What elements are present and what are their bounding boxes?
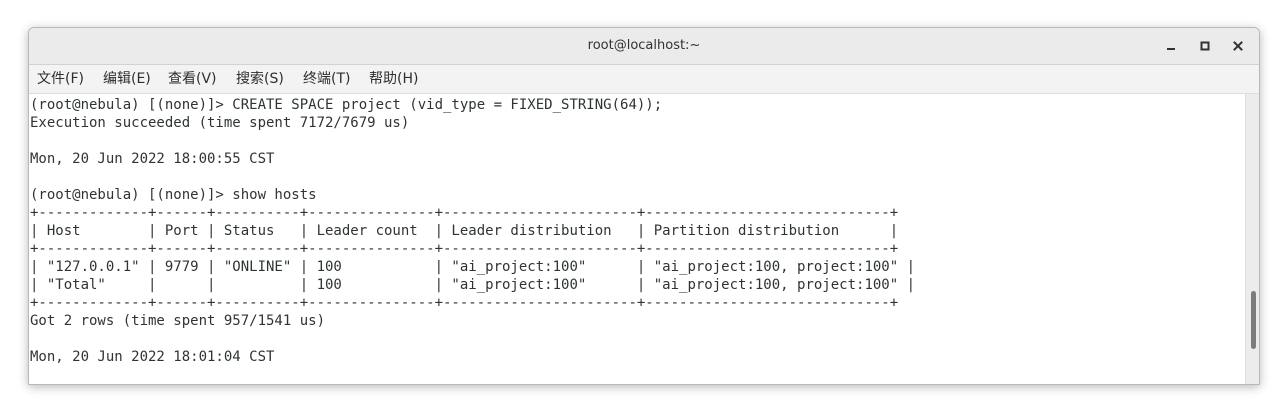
terminal-line: Got 2 rows (time spent 957/1541 us) [30,313,326,329]
table-border: +-------------+------+----------+-------… [30,241,899,257]
window-title: root@localhost:~ [587,38,701,53]
terminal-line: Mon, 20 Jun 2022 18:01:04 CST [30,349,275,365]
vertical-scrollbar[interactable] [1245,94,1259,384]
terminal-output[interactable]: (root@nebula) [(none)]> CREATE SPACE pro… [29,94,1245,384]
scrollbar-thumb[interactable] [1251,291,1256,349]
table-row: | "Total" | | | 100 | "ai_project:100" |… [30,277,916,293]
terminal-line: Execution succeeded (time spent 7172/767… [30,115,410,131]
menu-help[interactable]: 帮助(H) [369,65,418,93]
minimize-icon [1167,48,1175,50]
menu-file[interactable]: 文件(F) [37,65,84,93]
table-row: | "127.0.0.1" | 9779 | "ONLINE" | 100 | … [30,259,916,275]
table-header-row: | Host | Port | Status | Leader count | … [30,223,899,239]
terminal-text: (root@nebula) [(none)]> CREATE SPACE pro… [30,96,915,366]
maximize-icon [1200,41,1210,51]
terminal-line: (root@nebula) [(none)]> show hosts [30,187,317,203]
terminal-line: (root@nebula) [(none)]> CREATE SPACE pro… [30,97,663,113]
table-border: +-------------+------+----------+-------… [30,295,899,311]
menu-bar: 文件(F) 编辑(E) 查看(V) 搜索(S) 终端(T) 帮助(H) [29,65,1259,94]
minimize-button[interactable] [1161,36,1181,56]
close-button[interactable] [1228,36,1248,56]
terminal-line: Mon, 20 Jun 2022 18:00:55 CST [30,151,275,167]
close-icon [1233,41,1243,51]
menu-terminal[interactable]: 终端(T) [303,65,350,93]
table-border: +-------------+------+----------+-------… [30,205,899,221]
maximize-button[interactable] [1195,36,1215,56]
menu-search[interactable]: 搜索(S) [236,65,284,93]
menu-edit[interactable]: 编辑(E) [103,65,151,93]
menu-view[interactable]: 查看(V) [168,65,217,93]
terminal-window: root@localhost:~ 文件(F) 编辑(E) 查看(V) 搜索(S)… [28,27,1260,385]
title-bar[interactable]: root@localhost:~ [29,28,1259,65]
